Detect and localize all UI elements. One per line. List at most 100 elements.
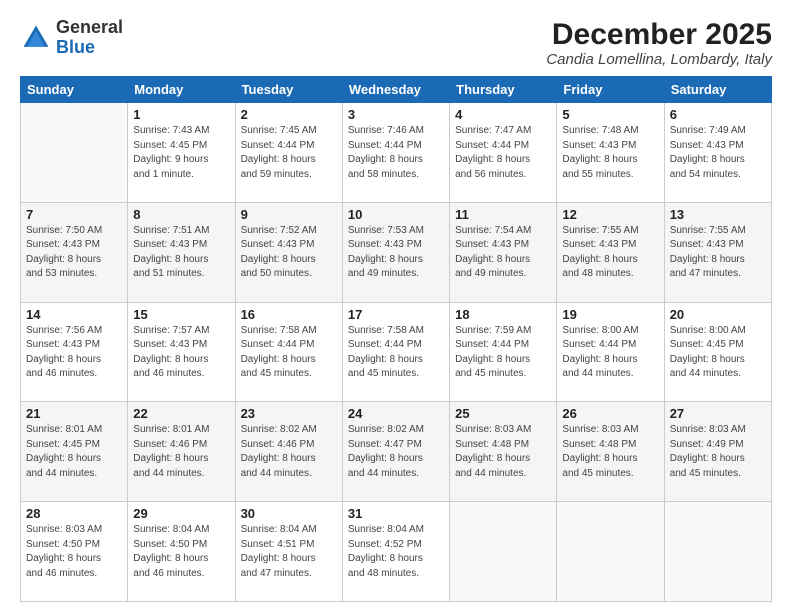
day-info: Sunrise: 7:45 AM Sunset: 4:44 PM Dayligh… <box>241 124 337 182</box>
day-number: 15 <box>133 307 229 322</box>
week-row-3: 21Sunrise: 8:01 AM Sunset: 4:45 PM Dayli… <box>21 402 772 502</box>
day-info: Sunrise: 8:00 AM Sunset: 4:45 PM Dayligh… <box>670 324 766 382</box>
day-info: Sunrise: 7:54 AM Sunset: 4:43 PM Dayligh… <box>455 224 551 282</box>
day-cell: 17Sunrise: 7:58 AM Sunset: 4:44 PM Dayli… <box>342 302 449 402</box>
day-info: Sunrise: 7:58 AM Sunset: 4:44 PM Dayligh… <box>241 324 337 382</box>
week-row-2: 14 Sunrise: 7:56 AM Sunset: 4:43 PM Dayli… <box>21 302 772 402</box>
location: Candia Lomellina, Lombardy, Italy <box>546 51 772 68</box>
day-info: Sunrise: 8:01 AM Sunset: 4:46 PM Dayligh… <box>133 423 229 481</box>
day-number: 11 <box>455 207 551 222</box>
day-info: Sunrise: 7:55 AM Sunset: 4:43 PM Dayligh… <box>670 224 766 282</box>
week-row-0: 1 Sunrise: 7:43 AM Sunset: 4:45 PM Daylig… <box>21 103 772 203</box>
day-info: Sunrise: 8:03 AM Sunset: 4:49 PM Dayligh… <box>670 423 766 481</box>
day-cell: 22 Sunrise: 8:01 AM Sunset: 4:46 PM Dayli… <box>128 402 235 502</box>
day-cell: 7Sunrise: 7:50 AM Sunset: 4:43 PM Daylig… <box>21 202 128 302</box>
logo-general: General <box>56 17 123 37</box>
day-number: 10 <box>348 207 444 222</box>
day-cell: 28Sunrise: 8:03 AM Sunset: 4:50 PM Dayli… <box>21 502 128 602</box>
day-cell <box>450 502 557 602</box>
day-number: 22 <box>133 406 229 421</box>
day-info: Sunrise: 8:02 AM Sunset: 4:47 PM Dayligh… <box>348 423 444 481</box>
title-area: December 2025 Candia Lomellina, Lombardy… <box>546 18 772 68</box>
day-cell: 21Sunrise: 8:01 AM Sunset: 4:45 PM Dayli… <box>21 402 128 502</box>
day-cell: 16 Sunrise: 7:58 AM Sunset: 4:44 PM Dayli… <box>235 302 342 402</box>
logo-blue: Blue <box>56 37 95 57</box>
header-saturday: Saturday <box>664 77 771 103</box>
day-number: 20 <box>670 307 766 322</box>
day-info: Sunrise: 8:04 AM Sunset: 4:52 PM Dayligh… <box>348 523 444 581</box>
day-cell: 15 Sunrise: 7:57 AM Sunset: 4:43 PM Dayli… <box>128 302 235 402</box>
day-cell: 20 Sunrise: 8:00 AM Sunset: 4:45 PM Dayli… <box>664 302 771 402</box>
header-friday: Friday <box>557 77 664 103</box>
header-tuesday: Tuesday <box>235 77 342 103</box>
day-number: 13 <box>670 207 766 222</box>
day-number: 25 <box>455 406 551 421</box>
day-info: Sunrise: 7:43 AM Sunset: 4:45 PM Dayligh… <box>133 124 229 182</box>
week-row-1: 7Sunrise: 7:50 AM Sunset: 4:43 PM Daylig… <box>21 202 772 302</box>
day-cell: 25Sunrise: 8:03 AM Sunset: 4:48 PM Dayli… <box>450 402 557 502</box>
day-info: Sunrise: 8:02 AM Sunset: 4:46 PM Dayligh… <box>241 423 337 481</box>
day-info: Sunrise: 7:55 AM Sunset: 4:43 PM Dayligh… <box>562 224 658 282</box>
day-cell: 4Sunrise: 7:47 AM Sunset: 4:44 PM Daylig… <box>450 103 557 203</box>
logo-icon <box>20 22 52 54</box>
day-number: 1 <box>133 107 229 122</box>
day-cell: 10 Sunrise: 7:53 AM Sunset: 4:43 PM Dayli… <box>342 202 449 302</box>
day-info: Sunrise: 7:58 AM Sunset: 4:44 PM Dayligh… <box>348 324 444 382</box>
header-monday: Monday <box>128 77 235 103</box>
day-info: Sunrise: 7:57 AM Sunset: 4:43 PM Dayligh… <box>133 324 229 382</box>
week-row-4: 28Sunrise: 8:03 AM Sunset: 4:50 PM Dayli… <box>21 502 772 602</box>
day-info: Sunrise: 7:56 AM Sunset: 4:43 PM Dayligh… <box>26 324 122 382</box>
day-cell: 8 Sunrise: 7:51 AM Sunset: 4:43 PM Daylig… <box>128 202 235 302</box>
month-year: December 2025 <box>546 18 772 51</box>
day-cell: 9 Sunrise: 7:52 AM Sunset: 4:43 PM Daylig… <box>235 202 342 302</box>
calendar-header-row: SundayMondayTuesdayWednesdayThursdayFrid… <box>21 77 772 103</box>
header-sunday: Sunday <box>21 77 128 103</box>
day-cell: 30 Sunrise: 8:04 AM Sunset: 4:51 PM Dayli… <box>235 502 342 602</box>
day-info: Sunrise: 8:03 AM Sunset: 4:50 PM Dayligh… <box>26 523 122 581</box>
day-number: 26 <box>562 406 658 421</box>
day-cell: 31 Sunrise: 8:04 AM Sunset: 4:52 PM Dayli… <box>342 502 449 602</box>
day-number: 7 <box>26 207 122 222</box>
day-number: 9 <box>241 207 337 222</box>
day-number: 31 <box>348 506 444 521</box>
day-cell: 13 Sunrise: 7:55 AM Sunset: 4:43 PM Dayli… <box>664 202 771 302</box>
day-info: Sunrise: 8:04 AM Sunset: 4:51 PM Dayligh… <box>241 523 337 581</box>
day-number: 14 <box>26 307 122 322</box>
day-number: 2 <box>241 107 337 122</box>
day-info: Sunrise: 7:52 AM Sunset: 4:43 PM Dayligh… <box>241 224 337 282</box>
day-info: Sunrise: 7:49 AM Sunset: 4:43 PM Dayligh… <box>670 124 766 182</box>
day-info: Sunrise: 7:53 AM Sunset: 4:43 PM Dayligh… <box>348 224 444 282</box>
day-cell: 27Sunrise: 8:03 AM Sunset: 4:49 PM Dayli… <box>664 402 771 502</box>
day-cell: 14 Sunrise: 7:56 AM Sunset: 4:43 PM Dayli… <box>21 302 128 402</box>
day-number: 12 <box>562 207 658 222</box>
day-number: 29 <box>133 506 229 521</box>
day-info: Sunrise: 7:46 AM Sunset: 4:44 PM Dayligh… <box>348 124 444 182</box>
day-number: 6 <box>670 107 766 122</box>
day-number: 16 <box>241 307 337 322</box>
day-info: Sunrise: 7:51 AM Sunset: 4:43 PM Dayligh… <box>133 224 229 282</box>
calendar-table: SundayMondayTuesdayWednesdayThursdayFrid… <box>20 76 772 602</box>
logo-text: General Blue <box>56 18 123 58</box>
header-wednesday: Wednesday <box>342 77 449 103</box>
day-number: 3 <box>348 107 444 122</box>
day-info: Sunrise: 8:03 AM Sunset: 4:48 PM Dayligh… <box>562 423 658 481</box>
day-cell: 24 Sunrise: 8:02 AM Sunset: 4:47 PM Dayli… <box>342 402 449 502</box>
day-cell: 6 Sunrise: 7:49 AM Sunset: 4:43 PM Daylig… <box>664 103 771 203</box>
day-cell: 1 Sunrise: 7:43 AM Sunset: 4:45 PM Daylig… <box>128 103 235 203</box>
day-cell: 19Sunrise: 8:00 AM Sunset: 4:44 PM Dayli… <box>557 302 664 402</box>
day-number: 30 <box>241 506 337 521</box>
day-cell: 12 Sunrise: 7:55 AM Sunset: 4:43 PM Dayli… <box>557 202 664 302</box>
day-cell: 5Sunrise: 7:48 AM Sunset: 4:43 PM Daylig… <box>557 103 664 203</box>
day-number: 24 <box>348 406 444 421</box>
day-cell: 18Sunrise: 7:59 AM Sunset: 4:44 PM Dayli… <box>450 302 557 402</box>
day-cell <box>664 502 771 602</box>
day-cell <box>21 103 128 203</box>
day-info: Sunrise: 8:00 AM Sunset: 4:44 PM Dayligh… <box>562 324 658 382</box>
day-info: Sunrise: 7:48 AM Sunset: 4:43 PM Dayligh… <box>562 124 658 182</box>
day-cell: 29 Sunrise: 8:04 AM Sunset: 4:50 PM Dayli… <box>128 502 235 602</box>
day-info: Sunrise: 8:04 AM Sunset: 4:50 PM Dayligh… <box>133 523 229 581</box>
day-cell: 3 Sunrise: 7:46 AM Sunset: 4:44 PM Daylig… <box>342 103 449 203</box>
day-info: Sunrise: 8:01 AM Sunset: 4:45 PM Dayligh… <box>26 423 122 481</box>
day-number: 8 <box>133 207 229 222</box>
day-cell: 2 Sunrise: 7:45 AM Sunset: 4:44 PM Daylig… <box>235 103 342 203</box>
